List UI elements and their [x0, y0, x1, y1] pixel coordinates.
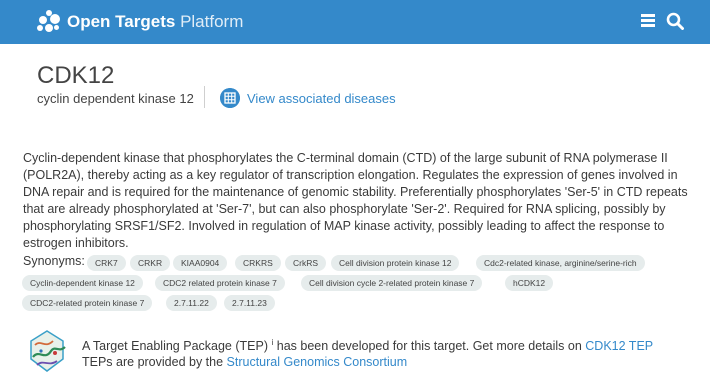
synonym-pill: CDC2 related protein kinase 7 — [155, 275, 285, 291]
brand-name: Open Targets Platform — [67, 12, 243, 32]
open-targets-logo-icon — [37, 10, 61, 34]
synonym-pill: Cdc2-related kinase, arginine/serine-ric… — [476, 255, 645, 271]
synonym-pill: Cell division cycle 2-related protein ki… — [301, 275, 483, 291]
top-navbar: Open Targets Platform — [0, 0, 710, 44]
synonym-pill: Cell division protein kinase 12 — [331, 255, 460, 271]
synonym-pill: CrkRS — [285, 255, 327, 271]
grid-icon — [220, 88, 240, 108]
view-associated-diseases-label: View associated diseases — [247, 90, 396, 106]
page-title: CDK12 — [37, 62, 115, 89]
brand-name-light: Platform — [180, 12, 244, 31]
menu-icon[interactable] — [641, 14, 655, 27]
tep-line-2-text: TEPs are provided by the — [82, 355, 227, 370]
tep-line-2: TEPs are provided by the Structural Geno… — [82, 354, 653, 370]
tep-line-1-text: A Target Enabling Package (TEP) — [82, 339, 268, 354]
target-full-name: cyclin dependent kinase 12 — [37, 91, 194, 106]
synonym-pill: Cyclin-dependent kinase 12 — [22, 275, 143, 291]
brand-home-link[interactable]: Open Targets Platform — [37, 10, 243, 34]
synonym-pill: hCDK12 — [505, 275, 554, 291]
brand-name-bold: Open Targets — [67, 12, 176, 31]
sgc-link[interactable]: Structural Genomics Consortium — [227, 355, 408, 369]
cdk12-tep-link[interactable]: CDK12 TEP — [585, 339, 653, 353]
target-description: Cyclin-dependent kinase that phosphoryla… — [23, 151, 688, 250]
tep-protein-icon — [30, 330, 66, 372]
synonyms-label: Synonyms: — [23, 254, 85, 268]
synonym-pill: CRKRS — [235, 255, 281, 271]
synonym-pill: KIAA0904 — [173, 255, 228, 271]
synonym-pill: CDC2-related protein kinase 7 — [22, 295, 153, 311]
tep-line-1-post: has been developed for this target. Get … — [273, 339, 586, 354]
view-associated-diseases-link[interactable]: View associated diseases — [220, 88, 396, 108]
search-icon[interactable] — [666, 12, 684, 30]
synonym-pill: CRK7 — [87, 255, 126, 271]
tep-notice: A Target Enabling Package (TEP) i has be… — [82, 335, 653, 370]
synonym-pill: 2.7.11.22 — [166, 295, 217, 311]
synonym-pill: 2.7.11.23 — [224, 295, 275, 311]
header-divider — [204, 86, 205, 108]
tep-line-1: A Target Enabling Package (TEP) i has be… — [82, 335, 653, 354]
synonym-pill: CRKR — [130, 255, 171, 271]
